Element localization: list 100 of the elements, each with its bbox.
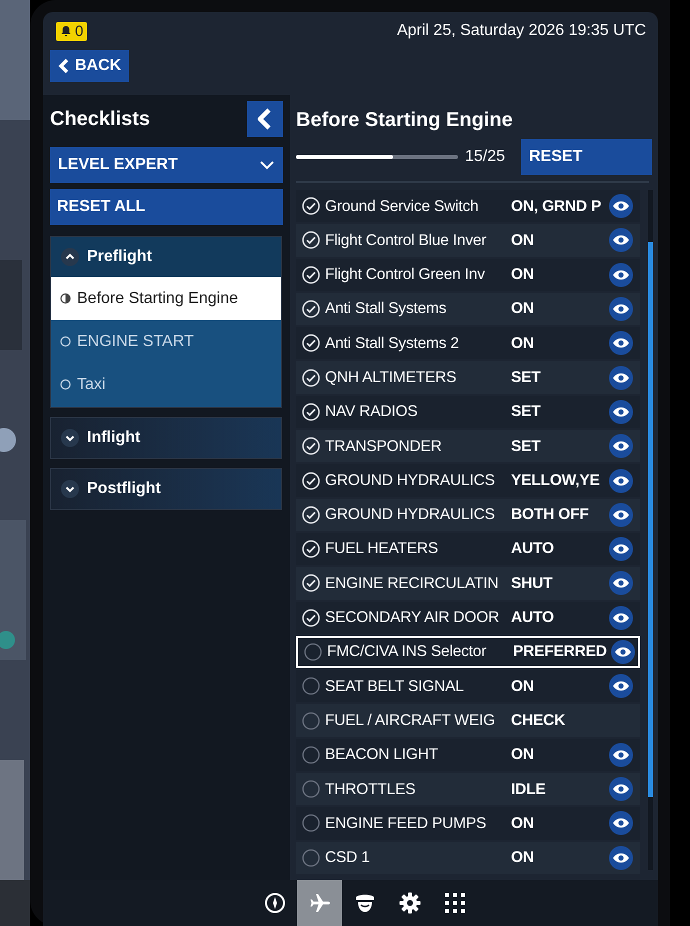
- eye-icon[interactable]: [609, 366, 633, 390]
- checklist-item[interactable]: ENGINE START: [51, 320, 281, 363]
- item-label: SEAT BELT SIGNAL: [325, 676, 465, 697]
- item-label: CSD 1: [325, 848, 371, 868]
- item-value: SET: [511, 368, 542, 388]
- eye-icon[interactable]: [609, 571, 633, 596]
- item-label: BEACON LIGHT: [325, 745, 440, 766]
- group-header[interactable]: Postflight: [51, 469, 281, 509]
- item-value: ON: [511, 814, 535, 834]
- reset-all-button[interactable]: RESET ALL: [50, 189, 283, 225]
- chevron-down-icon: [61, 480, 79, 498]
- item-value: ON: [511, 299, 535, 320]
- checklist-row[interactable]: FMC/CIVA INS Selector PREFERRED: [296, 636, 640, 668]
- checklist-row[interactable]: TRANSPONDER SET: [296, 430, 640, 462]
- date-time: April 25, Saturday 2026 19:35 UTC: [396, 21, 646, 41]
- eye-icon[interactable]: [609, 434, 633, 458]
- item-value: ON: [511, 848, 535, 868]
- checklist-item[interactable]: Before Starting Engine: [51, 277, 281, 320]
- eye-icon[interactable]: [609, 811, 633, 836]
- chevron-down-icon: [61, 429, 79, 447]
- item-label: FUEL / AIRCRAFT WEIG: [325, 710, 496, 731]
- eye-icon[interactable]: [609, 674, 633, 698]
- item-value: ON: [511, 676, 535, 697]
- item-label: QNH ALTIMETERS: [325, 368, 458, 388]
- checklist-row[interactable]: GROUND HYDRAULICS YELLOW,YE: [296, 464, 640, 497]
- item-value: ON: [511, 265, 535, 286]
- checklist-row[interactable]: Anti Stall Systems ON: [296, 292, 640, 326]
- item-value: ON, GRND P: [511, 196, 602, 217]
- item-value: YELLOW,YE: [511, 470, 601, 491]
- checklist-row[interactable]: Anti Stall Systems 2 ON: [296, 327, 640, 360]
- chevron-up-icon: [61, 248, 79, 266]
- chevron-left-icon: [257, 108, 273, 130]
- item-label: FUEL HEATERS: [325, 539, 440, 560]
- item-label: TRANSPONDER: [325, 436, 443, 457]
- item-value: ON: [511, 745, 535, 766]
- item-label: THROTTLES: [325, 780, 416, 800]
- item-label: GROUND HYDRAULICS: [325, 505, 496, 526]
- checklist-row[interactable]: GROUND HYDRAULICS BOTH OFF: [296, 498, 640, 531]
- item-value: BOTH OFF: [511, 505, 590, 526]
- checklist-row[interactable]: Flight Control Green Inv ON: [296, 258, 640, 291]
- circle-icon: [60, 336, 71, 347]
- eye-icon[interactable]: [609, 331, 633, 356]
- item-label: Anti Stall Systems: [325, 299, 448, 320]
- item-value: AUTO: [511, 539, 555, 560]
- reset-button[interactable]: RESET: [521, 139, 652, 175]
- notification-badge[interactable]: 0: [56, 22, 88, 40]
- checklist-item[interactable]: Taxi: [51, 363, 281, 406]
- item-label: Ground Service Switch: [325, 196, 480, 217]
- eye-icon[interactable]: [609, 537, 633, 562]
- item-value: SET: [511, 402, 542, 422]
- checklist-row[interactable]: FUEL HEATERS AUTO: [296, 532, 640, 566]
- eye-icon[interactable]: [609, 228, 633, 252]
- chevron-down-icon: [259, 160, 275, 170]
- eye-icon[interactable]: [609, 777, 633, 802]
- group-header[interactable]: Inflight: [51, 418, 281, 458]
- checklist-row[interactable]: ENGINE RECIRCULATIN SHUT: [296, 567, 640, 600]
- checklist-row[interactable]: NAV RADIOS SET: [296, 396, 640, 428]
- item-label: SECONDARY AIR DOOR: [325, 608, 500, 628]
- circle-icon: [60, 379, 71, 390]
- bell-icon: [60, 25, 72, 37]
- collapse-button[interactable]: [247, 101, 283, 137]
- item-label: Flight Control Blue Inver: [325, 230, 488, 251]
- item-value: SET: [511, 436, 542, 457]
- eye-icon[interactable]: [609, 606, 633, 630]
- item-value: CHECK: [511, 710, 566, 731]
- eye-icon[interactable]: [609, 468, 633, 493]
- checklist-row[interactable]: CSD 1 ON: [296, 842, 640, 874]
- level-dropdown[interactable]: LEVEL EXPERT: [50, 147, 283, 183]
- item-value: SHUT: [511, 574, 554, 594]
- eye-icon[interactable]: [609, 400, 633, 424]
- sidebar-title: Checklists: [50, 107, 150, 132]
- checklist-row[interactable]: QNH ALTIMETERS SET: [296, 361, 640, 394]
- apps-grid-icon: [444, 892, 466, 914]
- progress-count: 15/25: [465, 147, 506, 167]
- checklist-row[interactable]: Flight Control Blue Inver ON: [296, 224, 640, 257]
- item-label: ENGINE RECIRCULATIN: [325, 574, 500, 594]
- checklist-row[interactable]: ENGINE FEED PUMPS ON: [296, 807, 640, 840]
- scrollbar[interactable]: [648, 190, 653, 870]
- checklist-title: Before Starting Engine: [296, 108, 514, 133]
- checklist-row[interactable]: THROTTLES IDLE: [296, 773, 640, 806]
- eye-icon[interactable]: [609, 742, 633, 767]
- item-label: NAV RADIOS: [325, 402, 418, 422]
- item-value: PREFERRED: [513, 642, 608, 662]
- eye-icon[interactable]: [611, 640, 635, 664]
- checklist-row[interactable]: FUEL / AIRCRAFT WEIG CHECK: [296, 704, 640, 737]
- eye-icon[interactable]: [609, 846, 633, 870]
- eye-icon[interactable]: [609, 502, 633, 527]
- notification-count: 0: [75, 24, 84, 38]
- checklist-row[interactable]: SECONDARY AIR DOOR AUTO: [296, 602, 640, 634]
- eye-icon[interactable]: [609, 262, 633, 287]
- group-header[interactable]: Preflight: [51, 237, 281, 277]
- item-label: GROUND HYDRAULICS: [325, 470, 496, 491]
- checklist-row[interactable]: Ground Service Switch ON, GRND P: [296, 190, 640, 222]
- checklist-row[interactable]: SEAT BELT SIGNAL ON: [296, 670, 640, 702]
- item-label: FMC/CIVA INS Selector: [327, 642, 488, 662]
- eye-icon[interactable]: [609, 297, 633, 322]
- item-label: ENGINE FEED PUMPS: [325, 814, 488, 834]
- back-button[interactable]: BACK: [50, 50, 130, 82]
- checklist-row[interactable]: BEACON LIGHT ON: [296, 738, 640, 772]
- eye-icon[interactable]: [609, 194, 633, 218]
